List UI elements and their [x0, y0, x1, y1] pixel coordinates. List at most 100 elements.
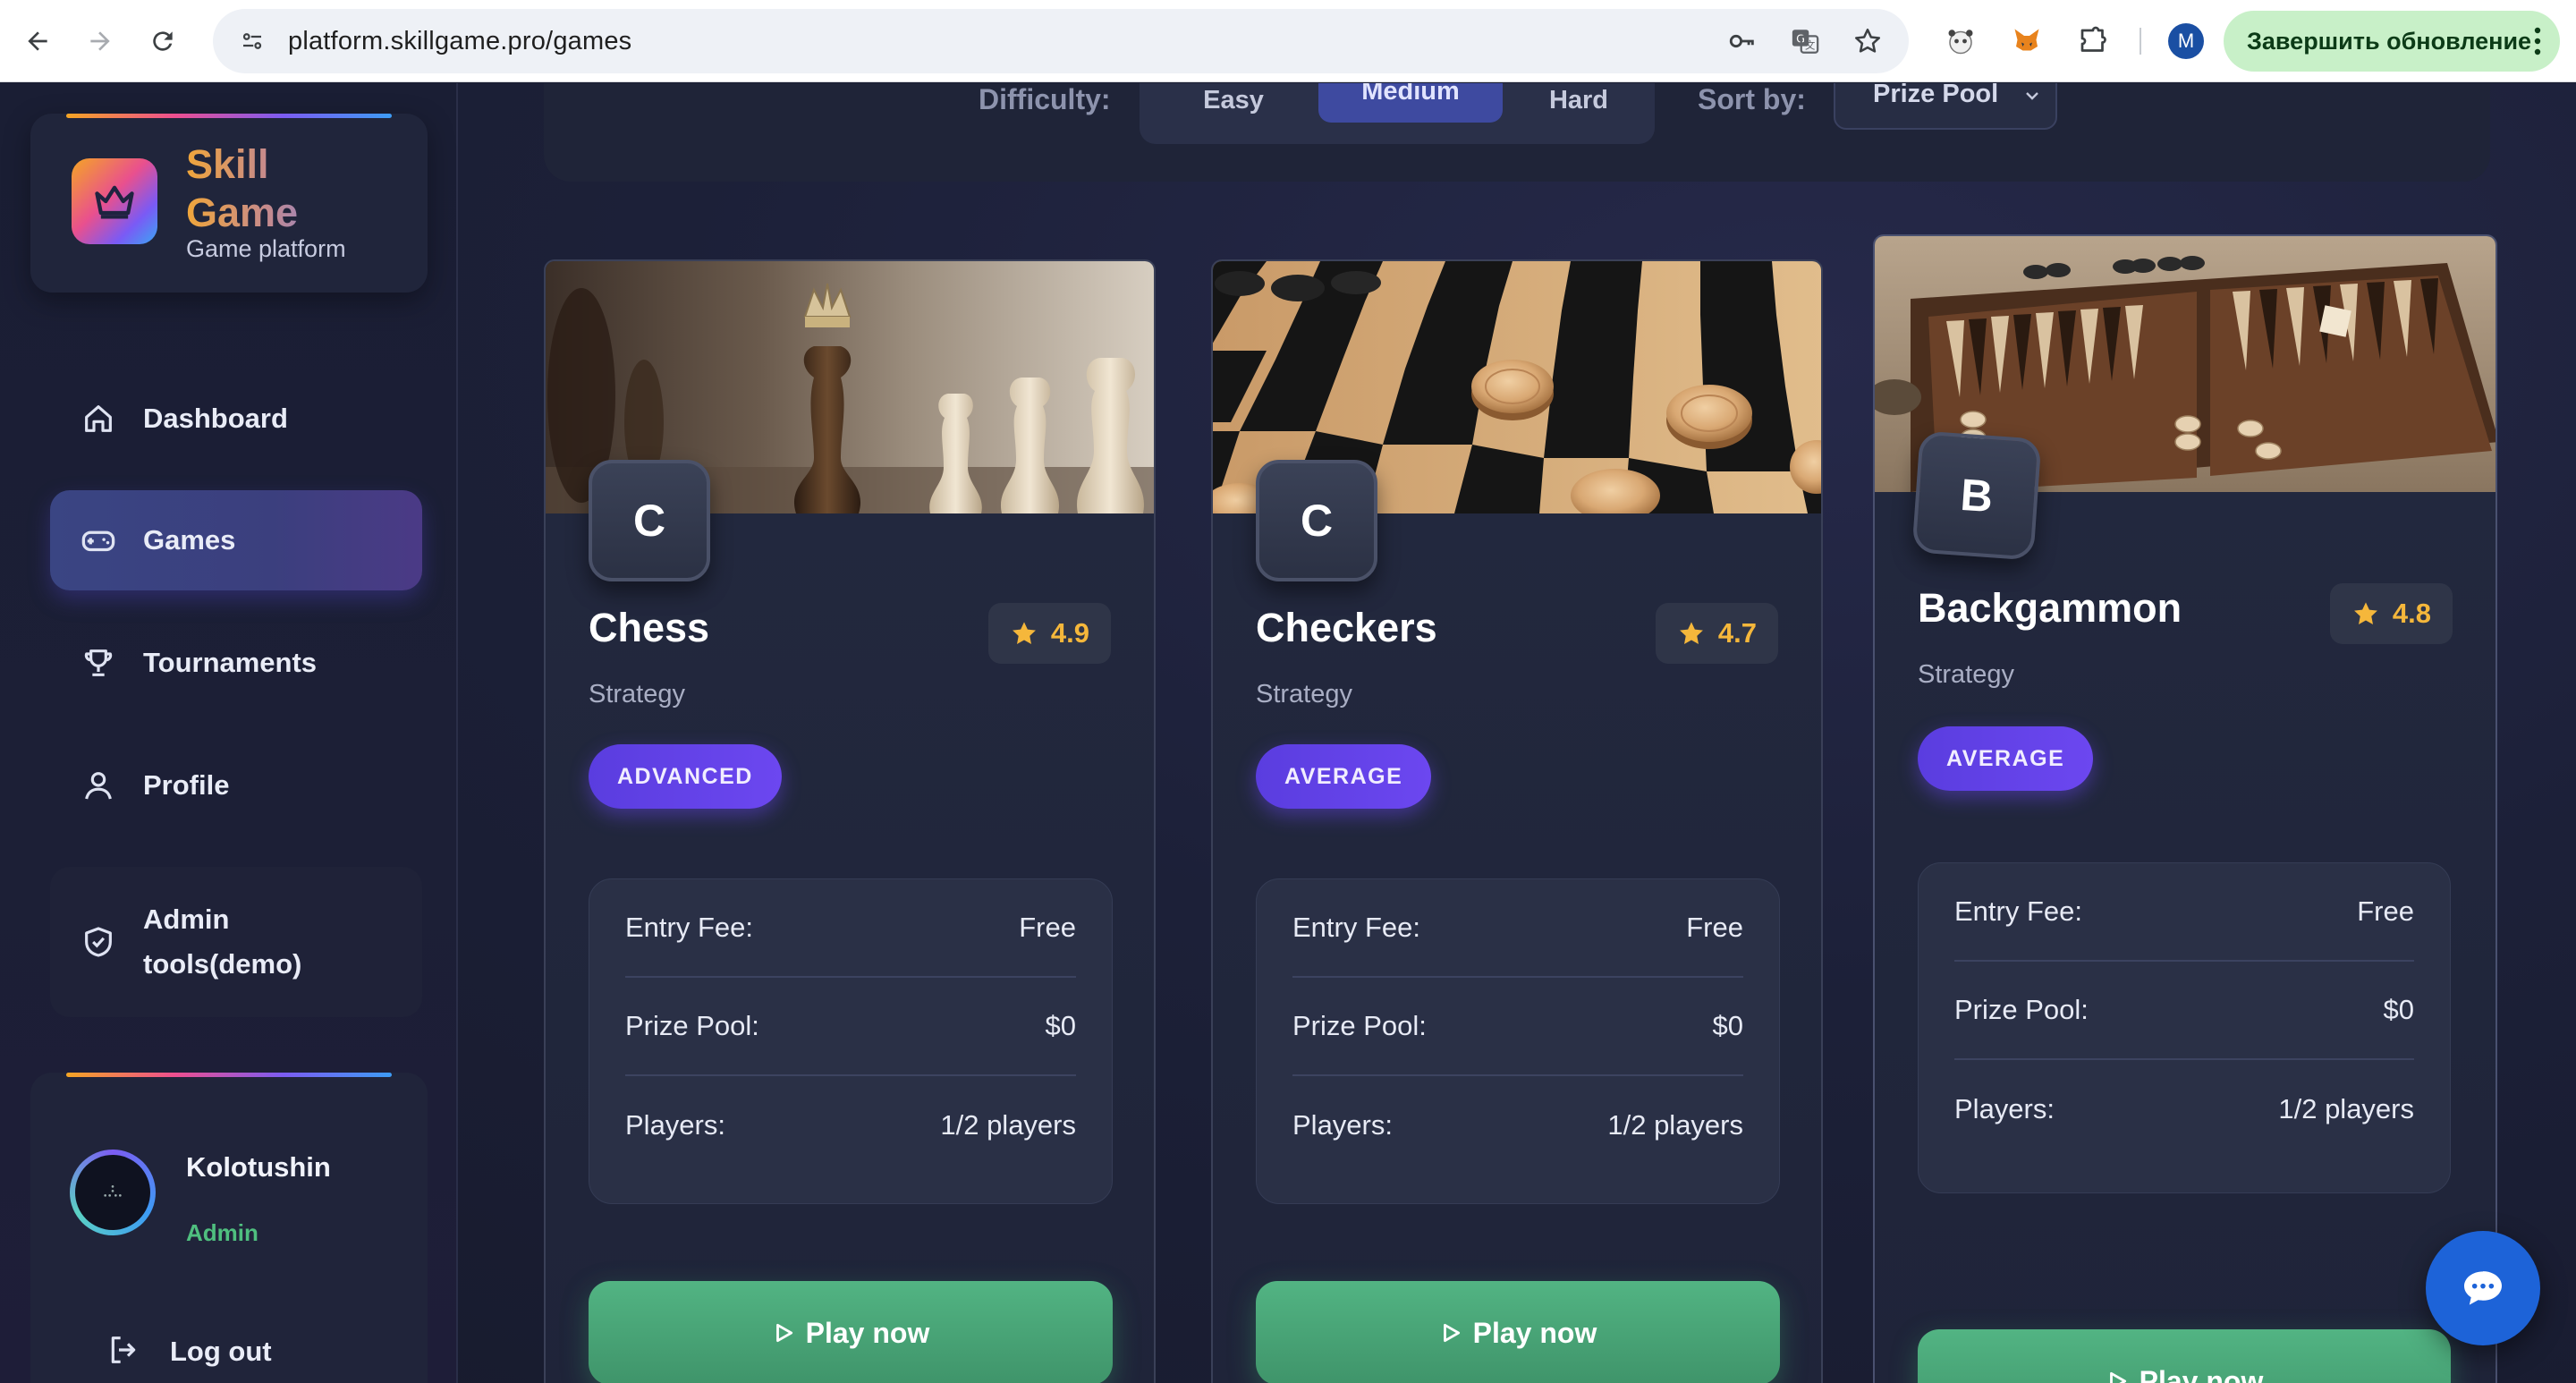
url-text[interactable]: platform.skillgame.pro/games	[288, 27, 631, 56]
sidebar-item-profile[interactable]: Profile	[50, 736, 422, 835]
play-now-button[interactable]: Play now	[1918, 1329, 2451, 1383]
page-content: Skill Game Game platform Dashboard Games…	[0, 83, 2576, 1383]
sidebar-item-admin-tools[interactable]: Admin tools(demo)	[50, 867, 422, 1017]
logout-label: Log out	[170, 1336, 272, 1367]
sidebar: Skill Game Game platform Dashboard Games…	[0, 83, 458, 1383]
sort-select[interactable]: Prize Pool	[1834, 83, 2057, 130]
gamepad-icon	[79, 521, 118, 560]
avatar[interactable]	[70, 1150, 156, 1235]
play-icon	[775, 1323, 792, 1343]
user-role: Admin	[186, 1219, 258, 1246]
key-icon[interactable]	[1724, 23, 1760, 59]
metamask-fox-icon[interactable]	[2007, 21, 2046, 61]
profile-avatar[interactable]: M	[2168, 23, 2204, 59]
home-icon	[79, 399, 118, 438]
rating-value: 4.9	[1050, 617, 1089, 649]
sort-label: Sort by:	[1698, 83, 1806, 115]
star-icon	[1679, 622, 1703, 644]
difficulty-hard-button[interactable]: Hard	[1503, 83, 1655, 132]
game-category: Strategy	[1918, 660, 2014, 689]
forward-button[interactable]	[75, 16, 125, 66]
players-row: Players: 1/2 players	[625, 1076, 1076, 1175]
prize-pool-row: Prize Pool: $0	[1954, 962, 2414, 1060]
finish-update-label: Завершить обновление	[2247, 27, 2532, 55]
sidebar-item-tournaments[interactable]: Tournaments	[50, 614, 422, 712]
entry-fee-value: Free	[2357, 895, 2414, 927]
sidebar-item-label: Profile	[143, 769, 230, 801]
game-card-chess: C Chess 4.9 Strategy ADVANCED Entry Fee:…	[544, 259, 1156, 1383]
address-bar[interactable]: platform.skillgame.pro/games G文	[213, 9, 1909, 73]
crown-logo-icon	[72, 158, 157, 244]
difficulty-label: Difficulty:	[979, 83, 1111, 115]
reload-icon	[153, 30, 173, 51]
difficulty-badge: ADVANCED	[589, 744, 782, 809]
game-category: Strategy	[1256, 680, 1352, 708]
arrow-left-icon	[28, 30, 47, 51]
brand-name: Skill Game	[186, 140, 365, 237]
user-icon	[79, 766, 118, 805]
bookmark-star-icon[interactable]	[1850, 23, 1885, 59]
game-category: Strategy	[589, 680, 685, 708]
sidebar-item-games[interactable]: Games	[50, 490, 422, 590]
arrow-right-icon	[90, 30, 110, 51]
user-name: Kolotushin	[186, 1151, 331, 1183]
sidebar-item-label: Admin tools(demo)	[143, 904, 302, 980]
difficulty-badge: AVERAGE	[1256, 744, 1432, 809]
extension-panda-icon[interactable]	[1941, 21, 1980, 61]
game-stats-panel: Entry Fee: Free Prize Pool: $0 Players: …	[589, 878, 1113, 1204]
site-info-icon[interactable]	[233, 21, 272, 61]
brand-card[interactable]: Skill Game Game platform	[30, 114, 428, 293]
avatar-pattern-icon	[104, 1185, 122, 1197]
prize-pool-value: $0	[1712, 1010, 1743, 1041]
entry-fee-value: Free	[1019, 912, 1076, 943]
players-value: 1/2 players	[1607, 1109, 1743, 1141]
difficulty-medium-button[interactable]: Medium	[1318, 83, 1503, 123]
translate-icon[interactable]: G文	[1787, 23, 1823, 59]
entry-fee-row: Entry Fee: Free	[625, 879, 1076, 978]
extensions-puzzle-icon[interactable]	[2073, 21, 2113, 61]
players-label: Players:	[1292, 1109, 1393, 1141]
brand-subtitle: Game platform	[186, 235, 346, 262]
players-value: 1/2 players	[940, 1109, 1076, 1141]
sidebar-item-dashboard[interactable]: Dashboard	[50, 369, 422, 468]
game-stats-panel: Entry Fee: Free Prize Pool: $0 Players: …	[1256, 878, 1780, 1204]
play-now-button[interactable]: Play now	[589, 1281, 1113, 1383]
entry-fee-label: Entry Fee:	[1954, 895, 2082, 927]
prize-pool-row: Prize Pool: $0	[1292, 978, 1743, 1076]
finish-update-button[interactable]: Завершить обновление	[2224, 11, 2560, 72]
sidebar-item-label: Dashboard	[143, 403, 288, 434]
svg-text:文: 文	[1805, 39, 1815, 52]
players-value: 1/2 players	[2278, 1093, 2414, 1124]
game-stats-panel: Entry Fee: Free Prize Pool: $0 Players: …	[1918, 862, 2451, 1193]
entry-fee-label: Entry Fee:	[1292, 912, 1420, 943]
prize-pool-label: Prize Pool:	[1954, 994, 2089, 1025]
back-button[interactable]	[13, 16, 63, 66]
user-card: Kolotushin Admin Log out	[30, 1073, 428, 1383]
entry-fee-row: Entry Fee: Free	[1954, 863, 2414, 962]
entry-fee-label: Entry Fee:	[625, 912, 753, 943]
rating-badge: 4.7	[1655, 603, 1778, 664]
entry-fee-row: Entry Fee: Free	[1292, 879, 1743, 978]
shield-check-icon	[79, 922, 118, 962]
game-title: Checkers	[1256, 605, 1437, 650]
rating-badge: 4.9	[987, 603, 1111, 664]
play-icon	[2109, 1371, 2126, 1383]
more-vertical-icon	[2534, 27, 2541, 55]
chat-bubble-icon	[2464, 1271, 2502, 1305]
prize-pool-value: $0	[2383, 994, 2414, 1025]
play-now-button[interactable]: Play now	[1256, 1281, 1780, 1383]
play-now-label: Play now	[1472, 1316, 1597, 1349]
game-letter-badge: B	[1911, 430, 2042, 561]
difficulty-easy-button[interactable]: Easy	[1148, 83, 1318, 132]
sidebar-item-label: Games	[143, 524, 236, 556]
star-icon	[1012, 622, 1036, 644]
trophy-icon	[79, 643, 118, 683]
reload-button[interactable]	[138, 16, 188, 66]
logout-button[interactable]: Log out	[106, 1332, 272, 1371]
players-label: Players:	[1954, 1093, 2055, 1124]
difficulty-badge: AVERAGE	[1918, 726, 2094, 791]
prize-pool-label: Prize Pool:	[1292, 1010, 1427, 1041]
chat-button[interactable]	[2426, 1231, 2540, 1345]
sort-value: Prize Pool	[1873, 83, 1999, 108]
play-now-label: Play now	[2139, 1364, 2264, 1383]
